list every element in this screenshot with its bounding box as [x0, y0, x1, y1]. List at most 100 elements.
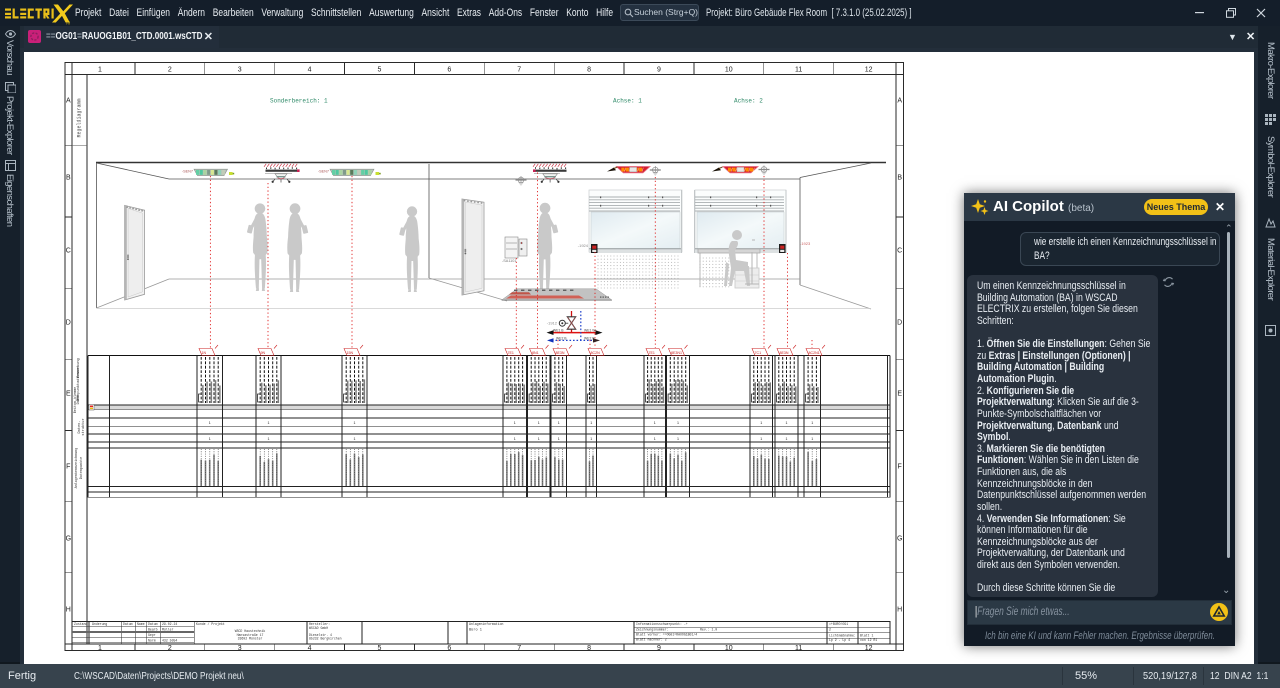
svg-text:Datum: Datum — [148, 622, 158, 626]
svg-text:85232 Bergkirchen: 85232 Bergkirchen — [309, 637, 342, 641]
svg-text:A: A — [66, 98, 71, 105]
svg-text:-SEN7: -SEN7 — [318, 170, 329, 174]
svg-text:WE1 W: WE1 W — [584, 328, 596, 332]
svg-text:Datenpunkte: Datenpunkte — [79, 457, 84, 479]
svg-text:9: 9 — [657, 67, 661, 74]
svg-text:10: 10 — [725, 645, 733, 652]
svg-text:Informationsschwerpunkt: -+: Informationsschwerpunkt: -+ — [636, 622, 688, 626]
svg-text:4: 4 — [308, 67, 312, 74]
svg-text:H: H — [66, 607, 71, 614]
svg-text:Änderung: Änderung — [92, 622, 107, 626]
svg-text:F: F — [66, 464, 70, 471]
svg-text:12: 12 — [865, 645, 873, 652]
svg-text:11: 11 — [795, 67, 802, 74]
svg-text:1: 1 — [786, 421, 788, 425]
svg-text:7E1: 7E1 — [508, 351, 514, 355]
svg-text:von 12 R1: von 12 R1 — [860, 638, 877, 642]
svg-text:2: 2 — [829, 628, 831, 632]
svg-text:1: 1 — [590, 421, 592, 425]
svg-text:Name: Name — [137, 622, 145, 626]
svg-text:1: 1 — [354, 437, 356, 441]
svg-text:E: E — [66, 391, 71, 398]
svg-text:D: D — [66, 320, 71, 327]
svg-text:Büro 1: Büro 1 — [469, 628, 482, 633]
svg-text:=+BURO!OG1: =+BURO!OG1 — [829, 622, 848, 626]
svg-text:Blatt nachher: 2: Blatt nachher: 2 — [636, 638, 667, 642]
svg-text:Lichtmaßnahme:: Lichtmaßnahme: — [829, 634, 856, 638]
svg-text:2: 2 — [168, 645, 172, 652]
svg-text:B: B — [897, 175, 902, 182]
svg-text:E: E — [897, 391, 902, 398]
svg-text:8E3N1: 8E3N1 — [671, 351, 682, 355]
svg-text:-SA1101: -SA1101 — [502, 259, 517, 263]
svg-text:9N: 9N — [261, 351, 266, 355]
svg-text:5: 5 — [377, 67, 381, 74]
svg-text:1: 1 — [811, 437, 813, 441]
svg-text:1: 1 — [760, 421, 762, 425]
svg-text:15N: 15N — [347, 351, 354, 355]
svg-text:1: 1 — [786, 437, 788, 441]
svg-text:struktur: struktur — [81, 418, 86, 435]
svg-text:8E3N: 8E3N — [556, 351, 565, 355]
svg-text:H: H — [897, 607, 902, 614]
svg-text:1: 1 — [209, 421, 211, 425]
svg-text:Achse: 1: Achse: 1 — [613, 98, 642, 105]
svg-text:Norm: Norm — [148, 638, 156, 642]
svg-text:Rev.: 1.0: Rev.: 1.0 — [700, 628, 717, 632]
svg-text:Lp 2 - Lp 4: Lp 2 - Lp 4 — [829, 638, 850, 642]
svg-text:1: 1 — [98, 645, 102, 652]
svg-text:432 5054: 432 5054 — [162, 638, 177, 642]
svg-text:12: 12 — [865, 67, 873, 74]
svg-text:6: 6 — [447, 67, 451, 74]
svg-text:-SEN7: -SEN7 — [182, 170, 193, 174]
svg-text:Achse: 2: Achse: 2 — [734, 98, 763, 105]
svg-text:8C2N1: 8C2N1 — [809, 351, 820, 355]
svg-text:Zustand: Zustand — [74, 622, 87, 626]
svg-text:11: 11 — [795, 645, 802, 652]
svg-text:1: 1 — [558, 437, 560, 441]
svg-text:1: 1 — [514, 421, 516, 425]
svg-text:1: 1 — [677, 421, 679, 425]
svg-text:G: G — [897, 536, 902, 543]
svg-text:Blatt 1: Blatt 1 — [860, 634, 873, 638]
svg-text:1: 1 — [268, 421, 270, 425]
svg-text:C: C — [66, 248, 71, 255]
svg-text:8: 8 — [587, 645, 591, 652]
svg-text:F: F — [898, 464, 902, 471]
svg-text:Müller: Müller — [162, 628, 174, 632]
svg-text:8N1: 8N1 — [532, 351, 539, 355]
svg-text:33602 Münster: 33602 Münster — [238, 637, 263, 641]
svg-text:1: 1 — [590, 437, 592, 441]
svg-text:1: 1 — [354, 421, 356, 425]
svg-text:4: 4 — [308, 645, 312, 652]
svg-text:A: A — [897, 98, 902, 105]
svg-text:1: 1 — [654, 421, 656, 425]
svg-text:7: 7 — [517, 645, 521, 652]
svg-text:Zeichnungsnummer:: Zeichnungsnummer: — [636, 628, 669, 632]
svg-text:D: D — [897, 320, 902, 327]
svg-text:B: B — [66, 175, 71, 182]
svg-text:Sonderbereich: 1: Sonderbereich: 1 — [270, 98, 328, 105]
svg-text:Blatt vorher: ==OG01=RAUOG1B0: Blatt vorher: ==OG01=RAUOG1B01/4 — [636, 633, 697, 637]
svg-text:Kunde / Projekt: Kunde / Projekt — [196, 622, 225, 626]
svg-text:1: 1 — [538, 437, 540, 441]
svg-text:Bearb: Bearb — [148, 628, 158, 632]
svg-text:Anlagenkennzeichnung: Anlagenkennzeichnung — [74, 448, 79, 489]
svg-text:3: 3 — [238, 67, 242, 74]
svg-text:5: 5 — [377, 645, 381, 652]
svg-text:Regeldiagramm: Regeldiagramm — [77, 98, 83, 137]
svg-text:29.02.24: 29.02.24 — [162, 622, 177, 626]
svg-text:1N: 1N — [202, 351, 207, 355]
svg-text:9: 9 — [657, 645, 661, 652]
svg-text:1: 1 — [514, 437, 516, 441]
svg-text:1: 1 — [268, 437, 270, 441]
svg-text:1: 1 — [98, 67, 102, 74]
svg-text:-1924: -1924 — [578, 243, 589, 248]
svg-text:WE2 B: WE2 B — [584, 336, 595, 340]
svg-text:WE1 B: WE1 B — [553, 328, 564, 332]
svg-text:1: 1 — [209, 437, 211, 441]
svg-text:2: 2 — [168, 67, 172, 74]
svg-text:Anlageninformation: Anlageninformation — [469, 622, 504, 626]
svg-text:10: 10 — [725, 67, 733, 74]
svg-text:1: 1 — [654, 437, 656, 441]
